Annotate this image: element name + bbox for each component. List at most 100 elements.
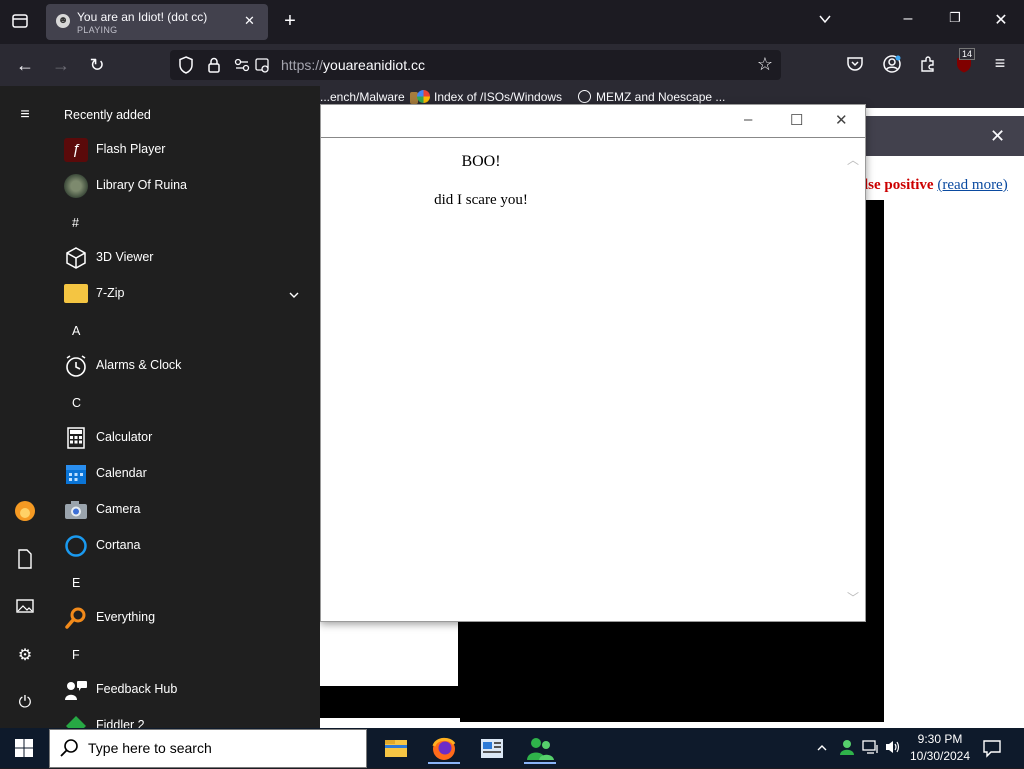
forward-arrow-icon[interactable]: → — [50, 55, 72, 76]
bookmark-star-icon[interactable]: ☆ — [755, 54, 775, 75]
google-icon — [417, 90, 430, 103]
app-camera[interactable]: Camera — [64, 492, 314, 528]
feedback-icon — [64, 678, 88, 702]
system-clock[interactable]: 9:30 PM 10/30/2024 — [900, 731, 980, 765]
popup-minimize-icon[interactable]: – — [744, 111, 752, 128]
game-icon — [64, 174, 88, 198]
documents-icon[interactable] — [14, 549, 36, 571]
bookmark-memz[interactable]: MEMZ and Noescape ... — [578, 90, 725, 104]
calculator-icon — [64, 426, 88, 450]
back-arrow-icon[interactable]: ← — [14, 55, 36, 76]
settings-gear-icon[interactable]: ⚙ — [14, 645, 36, 667]
false-positive-notice: lse positive (read more) — [864, 177, 1008, 193]
windows-start-icon[interactable] — [14, 738, 34, 763]
running-indicator — [524, 762, 556, 764]
lock-icon[interactable] — [206, 56, 222, 79]
app-everything[interactable]: Everything — [64, 600, 314, 636]
tab-playing-label: PLAYING — [77, 25, 118, 35]
app-fiddler-2[interactable]: Fiddler 2 — [64, 708, 314, 728]
folder-icon — [64, 284, 88, 303]
app-cortana[interactable]: Cortana — [64, 528, 314, 564]
notification-close-icon[interactable]: ✕ — [990, 126, 1005, 147]
app-3d-viewer[interactable]: 3D Viewer — [64, 240, 314, 276]
volume-icon[interactable] — [885, 739, 901, 760]
pictures-icon[interactable] — [14, 598, 36, 620]
scroll-up-chevron-icon[interactable]: ︿ — [847, 151, 859, 168]
close-window-icon[interactable]: ✕ — [991, 10, 1011, 30]
calendar-icon — [64, 462, 88, 486]
magnifier-icon — [64, 606, 88, 630]
start-expand-hamburger-icon[interactable]: ≡ — [14, 106, 36, 128]
app-calculator[interactable]: Calculator — [64, 420, 314, 456]
pocket-icon[interactable] — [846, 55, 864, 78]
group-letter-hash[interactable]: # — [72, 216, 79, 230]
show-hidden-icons-chevron[interactable] — [816, 742, 828, 756]
app-alarms-clock[interactable]: Alarms & Clock — [64, 348, 314, 384]
cube-icon — [64, 246, 88, 270]
power-icon[interactable]: ⏻ — [14, 694, 36, 716]
group-letter-c[interactable]: C — [72, 396, 81, 410]
group-letter-f[interactable]: F — [72, 648, 80, 662]
scroll-down-chevron-icon[interactable]: ﹀ — [847, 589, 859, 606]
bookmark-malware-folder[interactable]: ...ench/Malware — [320, 90, 419, 104]
popup-title-bar[interactable] — [321, 105, 865, 138]
clock-icon — [64, 354, 88, 378]
tab-title: You are an Idiot! (dot cc) — [77, 10, 208, 24]
restore-window-icon[interactable]: ❐ — [945, 10, 965, 26]
user-avatar[interactable] — [14, 501, 36, 523]
black-popup-fragment — [320, 688, 460, 718]
app-7-zip[interactable]: 7-Zip — [64, 276, 314, 312]
expand-chevron-icon[interactable] — [288, 287, 300, 305]
hamburger-menu-icon[interactable]: ≡ — [990, 53, 1010, 74]
tab-close-icon[interactable]: ✕ — [244, 13, 255, 29]
globe-icon — [578, 90, 591, 103]
boo-popup-window[interactable]: – ☐ ✕ BOO! did I scare you! ︿ ﹀ — [320, 104, 866, 622]
group-letter-a[interactable]: A — [72, 324, 80, 338]
notification-bar: ✕ — [864, 116, 1024, 156]
app-feedback-hub[interactable]: Feedback Hub — [64, 672, 314, 708]
reload-icon[interactable]: ↻ — [86, 55, 108, 76]
running-indicator — [428, 762, 460, 764]
action-center-notification-icon[interactable] — [982, 738, 1002, 763]
group-letter-e[interactable]: E — [72, 576, 80, 590]
file-explorer-icon[interactable] — [376, 734, 416, 764]
read-more-link[interactable]: (read more) — [937, 177, 1007, 193]
bookmark-isos-windows[interactable]: Index of /ISOs/Windows — [417, 90, 562, 104]
people-tray-icon[interactable] — [838, 738, 856, 761]
users-app-icon[interactable] — [520, 734, 560, 764]
extensions-puzzle-icon[interactable] — [919, 55, 937, 78]
clock-time: 9:30 PM — [917, 732, 963, 746]
search-magnifier-icon — [58, 737, 80, 764]
scare-text: did I scare you! — [434, 192, 528, 208]
camera-icon — [64, 498, 88, 522]
active-tab[interactable]: ☻ You are an Idiot! (dot cc) PLAYING ✕ — [46, 4, 268, 40]
tracking-shield-icon[interactable] — [178, 56, 194, 79]
ublock-extension-icon[interactable]: 14 — [955, 48, 977, 76]
search-placeholder: Type here to search — [88, 740, 212, 756]
recently-added-header: Recently added — [64, 108, 151, 122]
permissions-icon[interactable] — [234, 57, 272, 78]
fiddler-icon — [64, 714, 88, 728]
app-library-of-ruina[interactable]: Library Of Ruina — [64, 168, 314, 204]
extension-badge-count: 14 — [959, 48, 976, 60]
news-app-icon[interactable] — [472, 734, 512, 764]
popup-close-icon[interactable]: ✕ — [835, 111, 848, 129]
start-menu-rail — [0, 86, 50, 728]
list-all-tabs-icon[interactable] — [10, 12, 30, 35]
firefox-icon[interactable] — [424, 734, 464, 764]
cortana-icon — [64, 534, 88, 558]
network-icon[interactable] — [862, 739, 880, 760]
minimize-window-icon[interactable]: – — [898, 10, 918, 28]
popup-maximize-icon[interactable]: ☐ — [790, 111, 803, 129]
app-flash-player[interactable]: ƒ Flash Player — [64, 132, 314, 168]
new-tab-button[interactable]: + — [280, 10, 300, 33]
app-calendar[interactable]: Calendar — [64, 456, 314, 492]
white-popup-window — [320, 620, 460, 688]
url-text[interactable]: https://youareanidiot.cc — [281, 57, 425, 73]
clock-date: 10/30/2024 — [909, 749, 971, 763]
smiley-favicon-icon: ☻ — [56, 14, 70, 28]
boo-text: BOO! — [461, 153, 501, 170]
flash-icon: ƒ — [64, 138, 88, 162]
account-icon[interactable] — [882, 54, 902, 79]
tab-overflow-chevron-icon[interactable] — [815, 12, 835, 31]
